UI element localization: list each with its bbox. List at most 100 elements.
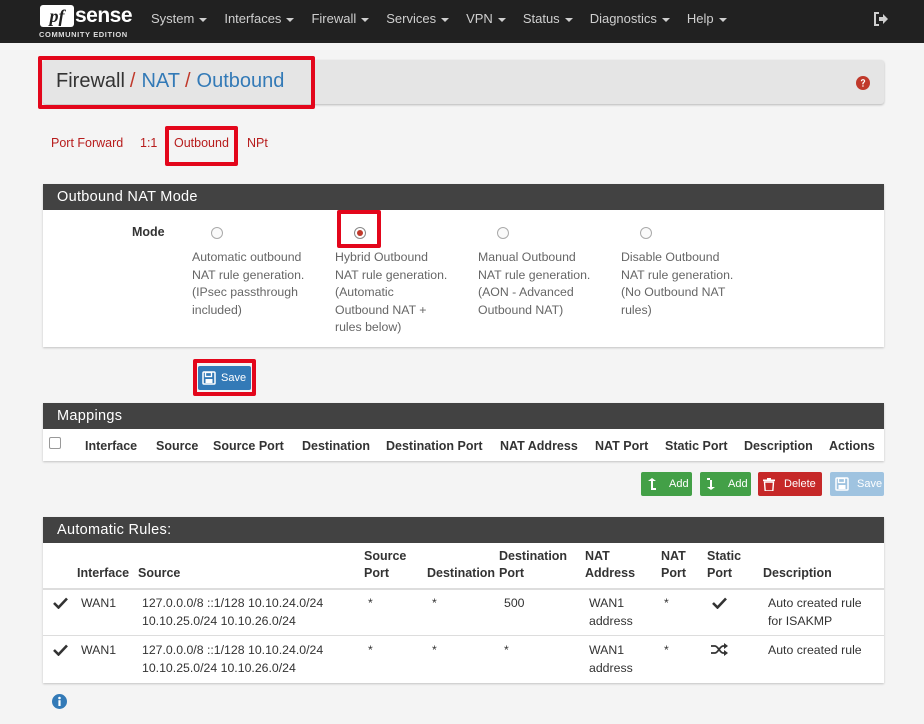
col-destination-port[interactable]: Destination Port bbox=[386, 439, 483, 453]
select-all-checkbox[interactable] bbox=[49, 437, 61, 449]
option-line: rules) bbox=[621, 302, 652, 317]
option-line: Manual Outbound bbox=[478, 250, 576, 264]
col-source-port[interactable]: Source Port bbox=[213, 439, 284, 453]
option-line: (IPsec passthrough bbox=[192, 285, 298, 299]
option-line: (Automatic bbox=[335, 285, 394, 299]
row-source: 127.0.0.0/8 ::1/128 10.10.24.0/24 10.10.… bbox=[142, 594, 323, 630]
col-static-port: Static Port bbox=[707, 548, 741, 582]
menu-interfaces[interactable]: Interfaces bbox=[215, 0, 302, 43]
option-line: Automatic outbound bbox=[192, 250, 302, 264]
col-actions: Actions bbox=[829, 439, 875, 453]
option-line: NAT rule generation. bbox=[335, 267, 448, 282]
menu-services[interactable]: Services bbox=[377, 0, 457, 43]
tab-npt[interactable]: NPt bbox=[247, 136, 268, 150]
chevron-down-icon bbox=[718, 17, 727, 22]
top-navbar: pf sense COMMUNITY EDITION System Interf… bbox=[0, 0, 924, 43]
delete-button[interactable]: Delete bbox=[758, 472, 822, 496]
menu-vpn[interactable]: VPN bbox=[457, 0, 514, 43]
col-destination: Destination bbox=[427, 565, 495, 582]
col-nat-port[interactable]: NAT Port bbox=[595, 439, 648, 453]
save-mappings-button[interactable]: Save bbox=[830, 472, 884, 496]
menu-label: Services bbox=[386, 11, 437, 26]
main-menu: System Interfaces Firewall Services VPN … bbox=[142, 0, 735, 43]
panel-title: Mappings bbox=[43, 403, 884, 429]
menu-label: Help bbox=[686, 11, 714, 26]
menu-diagnostics[interactable]: Diagnostics bbox=[581, 0, 678, 43]
chevron-down-icon bbox=[286, 17, 295, 22]
row-destination-port: 500 bbox=[504, 596, 525, 610]
col-destination[interactable]: Destination bbox=[302, 439, 370, 453]
check-icon bbox=[712, 597, 727, 609]
header-line: Port bbox=[364, 566, 389, 580]
menu-help[interactable]: Help bbox=[678, 0, 735, 43]
highlight-save-button bbox=[193, 359, 256, 396]
header-line: Description bbox=[763, 566, 832, 580]
add-label: Add bbox=[669, 478, 689, 490]
option-line: NAT rule generation. bbox=[192, 267, 305, 282]
option-line: Outbound NAT + bbox=[335, 302, 427, 317]
description-line: for ISAKMP bbox=[768, 614, 833, 628]
logo-pf-mark: pf bbox=[40, 5, 74, 27]
logo-sense-text: sense bbox=[75, 4, 133, 27]
description-line: Auto created rule bbox=[768, 643, 862, 657]
mode-radio-automatic[interactable] bbox=[211, 227, 223, 239]
header-line: Port bbox=[499, 566, 524, 580]
help-icon[interactable] bbox=[856, 76, 870, 90]
save-icon bbox=[835, 477, 849, 491]
mode-option-disable-text: Disable Outbound NAT rule generation. (N… bbox=[621, 249, 746, 319]
menu-system[interactable]: System bbox=[142, 0, 215, 43]
row-divider bbox=[43, 635, 884, 636]
header-line: Port bbox=[661, 566, 686, 580]
panel-title: Automatic Rules: bbox=[43, 517, 884, 543]
tab-one-to-one[interactable]: 1:1 bbox=[140, 136, 157, 150]
option-line: NAT rule generation. bbox=[478, 267, 591, 282]
header-line: Address bbox=[585, 566, 636, 580]
col-nat-port: NAT Port bbox=[661, 548, 686, 582]
add-bottom-button[interactable]: Add bbox=[700, 472, 751, 496]
col-nat-address[interactable]: NAT Address bbox=[500, 439, 578, 453]
mode-radio-disable[interactable] bbox=[640, 227, 652, 239]
menu-label: VPN bbox=[466, 11, 493, 26]
chevron-down-icon bbox=[497, 17, 506, 22]
row-description: Auto created rule bbox=[768, 641, 862, 659]
header-line: Destination bbox=[427, 566, 496, 580]
col-source[interactable]: Source bbox=[156, 439, 198, 453]
option-line: NAT rule generation. bbox=[621, 267, 734, 282]
source-line: 10.10.25.0/24 10.10.26.0/24 bbox=[142, 614, 296, 628]
automatic-rules-panel: Automatic Rules: Interface Source Source… bbox=[43, 517, 884, 683]
chevron-down-icon bbox=[199, 17, 208, 22]
add-label: Add bbox=[728, 478, 748, 490]
menu-label: Firewall bbox=[311, 11, 357, 26]
tab-port-forward[interactable]: Port Forward bbox=[51, 136, 123, 150]
menu-status[interactable]: Status bbox=[514, 0, 581, 43]
menu-label: Interfaces bbox=[224, 11, 282, 26]
pfsense-logo[interactable]: pf sense COMMUNITY EDITION bbox=[38, 4, 134, 40]
description-line: Auto created rule bbox=[768, 596, 862, 610]
logout-icon[interactable] bbox=[873, 11, 889, 27]
col-static-port[interactable]: Static Port bbox=[665, 439, 728, 453]
row-nat-port: * bbox=[664, 643, 669, 657]
highlight-breadcrumb bbox=[38, 56, 315, 109]
mode-option-hybrid-text: Hybrid Outbound NAT rule generation. (Au… bbox=[335, 249, 460, 337]
shuffle-icon bbox=[711, 643, 728, 656]
row-destination: * bbox=[432, 643, 437, 657]
highlight-outbound-tab bbox=[165, 126, 238, 166]
header-line: NAT bbox=[585, 549, 610, 563]
col-description[interactable]: Description bbox=[744, 439, 813, 453]
menu-label: Status bbox=[522, 11, 560, 26]
col-interface[interactable]: Interface bbox=[85, 439, 137, 453]
highlight-hybrid-radio bbox=[337, 210, 381, 248]
mode-label: Mode bbox=[132, 225, 165, 239]
delete-label: Delete bbox=[784, 478, 816, 490]
info-icon[interactable] bbox=[52, 694, 67, 709]
option-line: included) bbox=[192, 302, 242, 317]
row-source-port: * bbox=[368, 643, 373, 657]
option-line: Outbound NAT) bbox=[478, 302, 564, 317]
mode-radio-manual[interactable] bbox=[497, 227, 509, 239]
menu-firewall[interactable]: Firewall bbox=[302, 0, 377, 43]
header-line: Interface bbox=[77, 566, 130, 580]
row-source-port: * bbox=[368, 596, 373, 610]
option-line: (AON - Advanced bbox=[478, 285, 574, 299]
chevron-down-icon bbox=[361, 17, 370, 22]
add-top-button[interactable]: Add bbox=[641, 472, 692, 496]
